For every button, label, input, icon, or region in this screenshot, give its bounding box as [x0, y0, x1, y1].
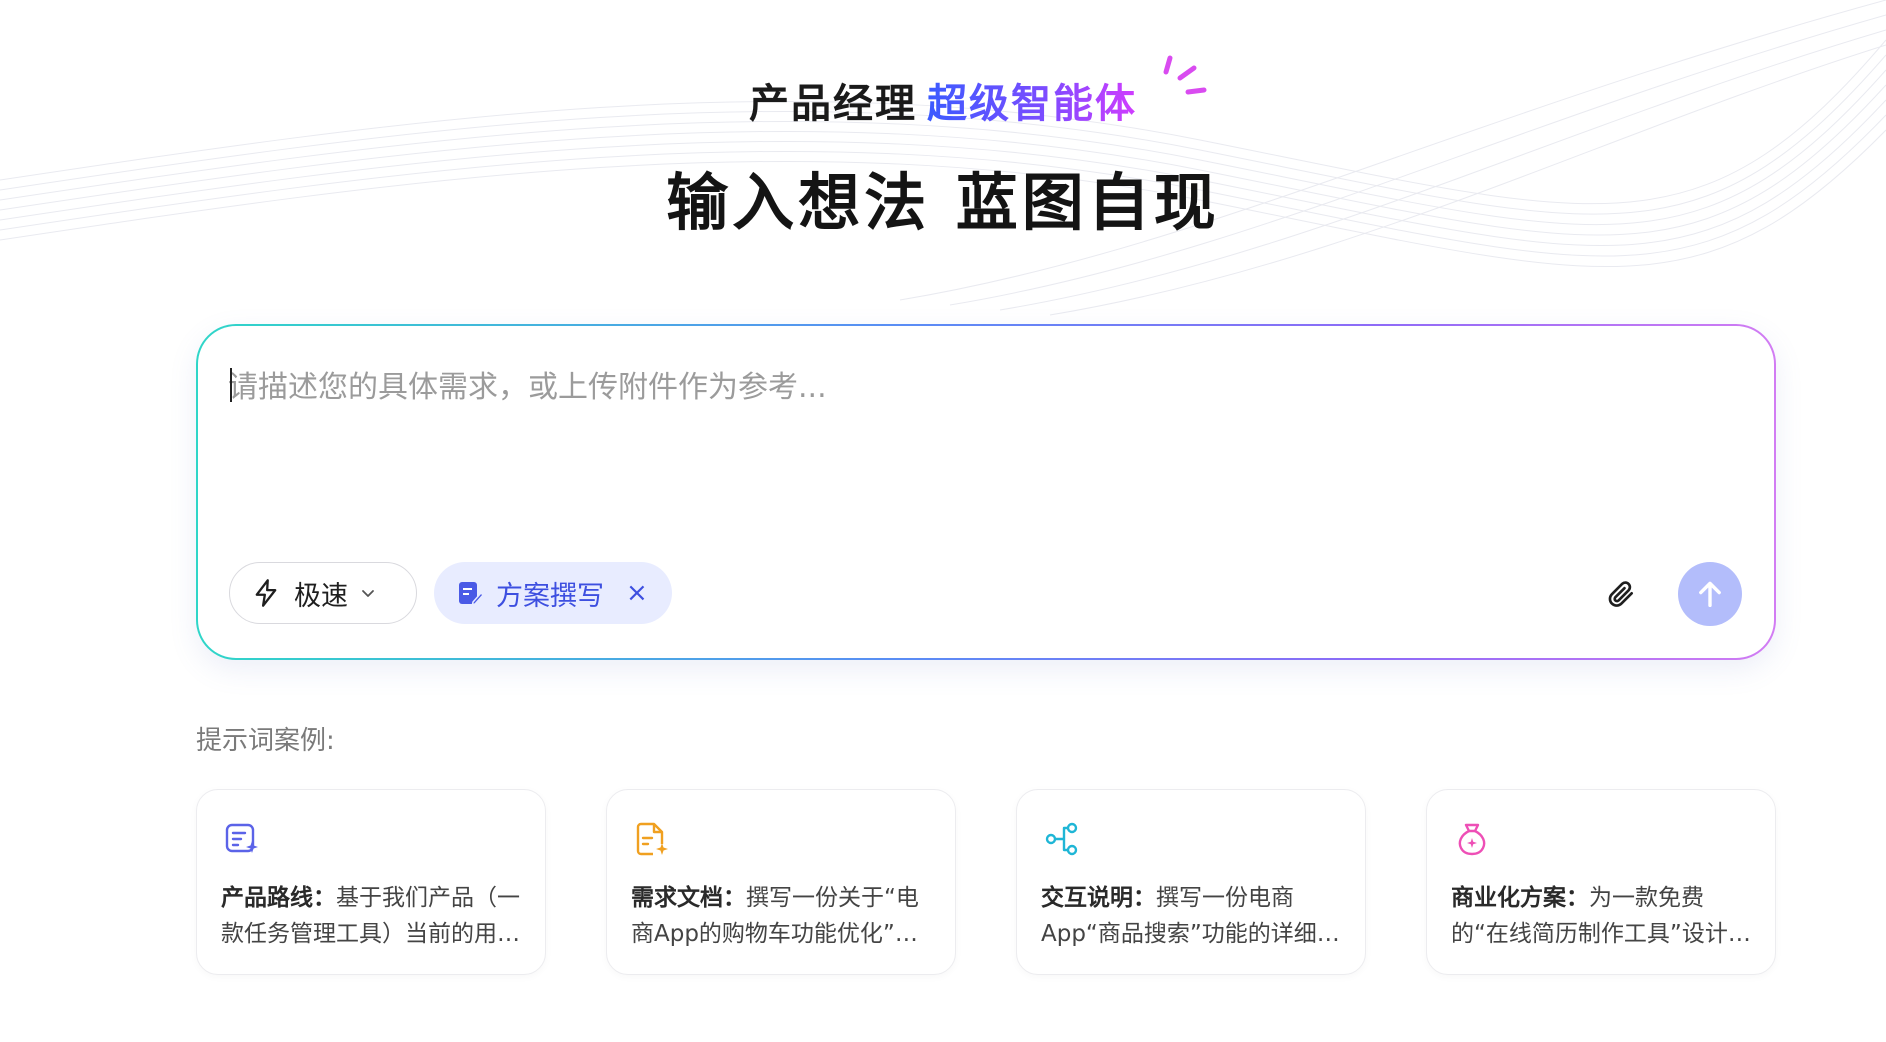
attach-file-button[interactable]: [1602, 575, 1640, 613]
example-card-separator: ：: [723, 885, 746, 911]
examples-label: 提示词案例:: [196, 726, 335, 756]
example-card-monetization-plan[interactable]: 商业化方案：为一款免费的“在线简历制作工具”设计商业化方案: [1426, 789, 1776, 975]
example-card-text: 需求文档：撰写一份关于“电商App的购物车功能优化”的需求文档: [631, 880, 931, 952]
document-edit-icon: [459, 582, 484, 606]
example-card-text: 产品路线：基于我们产品（一款任务管理工具）当前的用户反馈和市场趋势，规划未来的产…: [221, 880, 521, 952]
hero-subtitle-accent: 超级智能体: [927, 71, 1137, 129]
prompt-composer-body: 极速 方案撰写 ×: [198, 326, 1774, 658]
example-card-separator: ：: [1133, 885, 1156, 911]
send-button[interactable]: [1678, 562, 1742, 626]
sparkle-icon: [1163, 55, 1207, 95]
arrow-up-icon: [1699, 581, 1721, 608]
speed-mode-label: 极速: [294, 580, 348, 612]
chevron-down-icon: [362, 590, 374, 597]
example-card-interaction-spec[interactable]: 交互说明：撰写一份电商App“商品搜索”功能的详细交互说明: [1016, 789, 1366, 975]
skill-chip-plan-writing[interactable]: 方案撰写 ×: [434, 562, 672, 624]
hero-title: 输入想法 蓝图自现: [666, 166, 1220, 239]
example-card-text: 交互说明：撰写一份电商App“商品搜索”功能的详细交互说明: [1041, 880, 1341, 952]
example-card-product-roadmap[interactable]: 产品路线：基于我们产品（一款任务管理工具）当前的用户反馈和市场趋势，规划未来的产…: [196, 789, 546, 975]
page: 产品经理 超级智能体 输入想法 蓝图自现 极速: [0, 0, 1886, 1042]
prompt-input[interactable]: [228, 362, 1708, 482]
example-card-title: 商业化方案: [1451, 885, 1566, 911]
example-card-text: 商业化方案：为一款免费的“在线简历制作工具”设计商业化方案: [1451, 880, 1751, 952]
example-card-separator: ：: [313, 885, 336, 911]
text-caret: [230, 368, 232, 402]
list-sparkle-icon: [225, 823, 258, 853]
example-card-title: 交互说明: [1041, 885, 1133, 911]
lightning-icon: [255, 579, 277, 607]
close-icon[interactable]: ×: [626, 580, 648, 606]
money-bag-icon: [1458, 823, 1486, 856]
example-card-title: 需求文档: [631, 885, 723, 911]
hero-subtitle-plain: 产品经理: [749, 81, 917, 127]
prompt-composer: 极速 方案撰写 ×: [196, 324, 1776, 660]
example-card-requirements-doc[interactable]: 需求文档：撰写一份关于“电商App的购物车功能优化”的需求文档: [606, 789, 956, 975]
example-card-title: 产品路线: [221, 885, 313, 911]
speed-mode-dropdown[interactable]: 极速: [229, 562, 417, 624]
skill-chip-label: 方案撰写: [496, 580, 604, 612]
paperclip-icon: [1608, 581, 1633, 607]
hero-subtitle: 产品经理 超级智能体: [0, 72, 1886, 128]
example-card-separator: ：: [1566, 885, 1589, 911]
file-sparkle-icon: [636, 822, 668, 856]
flow-nodes-icon: [1045, 822, 1078, 856]
